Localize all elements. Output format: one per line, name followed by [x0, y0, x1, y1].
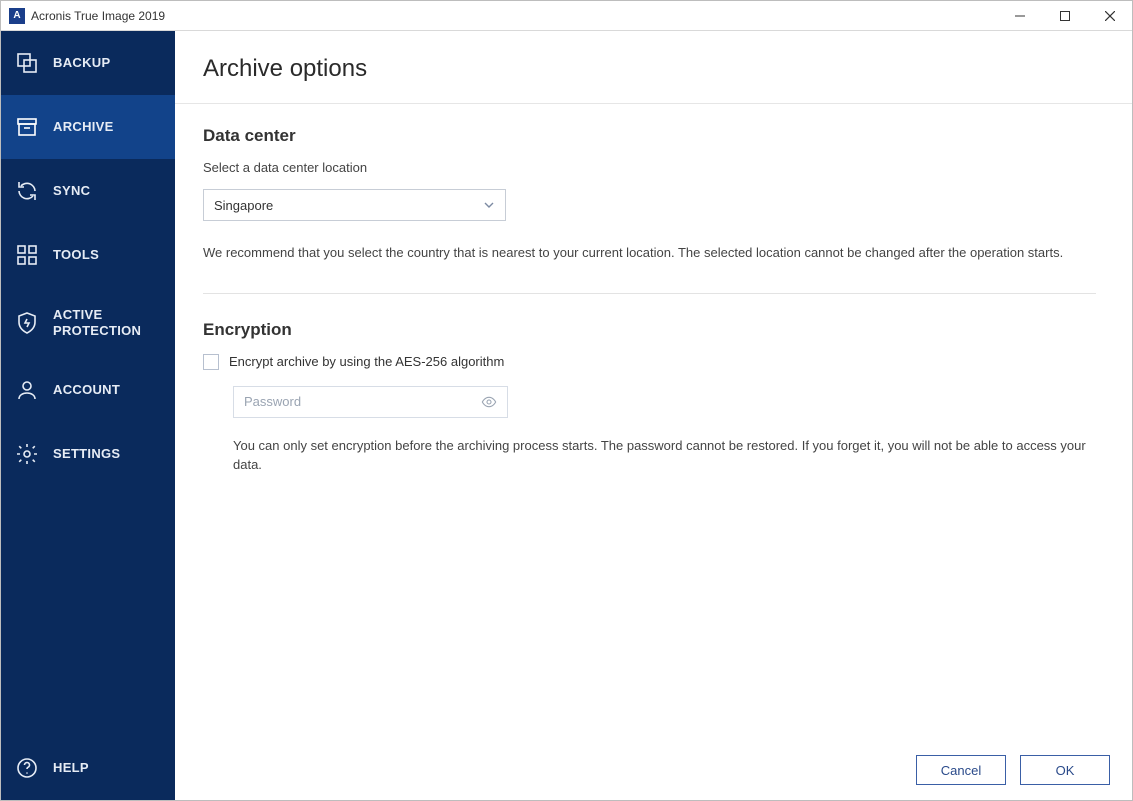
password-field-wrapper: [233, 386, 508, 418]
sidebar-item-help[interactable]: HELP: [1, 736, 175, 800]
section-divider: [203, 293, 1096, 294]
data-center-select[interactable]: Singapore: [203, 189, 506, 221]
sidebar-item-backup[interactable]: BACKUP: [1, 31, 175, 95]
sidebar-item-label: HELP: [53, 760, 89, 776]
password-input[interactable]: [244, 394, 475, 409]
sync-icon: [15, 179, 39, 203]
sidebar-item-settings[interactable]: SETTINGS: [1, 422, 175, 486]
help-icon: [15, 756, 39, 780]
data-center-info: We recommend that you select the country…: [203, 243, 1096, 263]
eye-icon[interactable]: [481, 394, 497, 410]
encrypt-checkbox[interactable]: [203, 354, 219, 370]
sidebar-item-label: ACTIVE PROTECTION: [53, 307, 161, 338]
settings-icon: [15, 442, 39, 466]
sidebar-item-active-protection[interactable]: ACTIVE PROTECTION: [1, 287, 175, 358]
page-title: Archive options: [203, 55, 1104, 83]
dialog-footer: Cancel OK: [175, 740, 1132, 800]
ok-button[interactable]: OK: [1020, 755, 1110, 785]
page-header: Archive options: [175, 31, 1132, 104]
sidebar-item-label: BACKUP: [53, 55, 110, 71]
app-icon: A: [9, 8, 25, 24]
sidebar-item-label: ARCHIVE: [53, 119, 114, 135]
encrypt-checkbox-row: Encrypt archive by using the AES-256 alg…: [203, 354, 1096, 370]
account-icon: [15, 378, 39, 402]
sidebar-item-label: TOOLS: [53, 247, 99, 263]
sidebar: BACKUP ARCHIVE SYNC: [1, 31, 175, 800]
cancel-button[interactable]: Cancel: [916, 755, 1006, 785]
sidebar-item-label: SYNC: [53, 183, 90, 199]
sidebar-item-label: SETTINGS: [53, 446, 120, 462]
archive-icon: [15, 115, 39, 139]
window-titlebar: A Acronis True Image 2019: [1, 1, 1132, 31]
shield-icon: [15, 311, 39, 335]
page-content: Data center Select a data center locatio…: [175, 104, 1132, 740]
data-center-section-title: Data center: [203, 126, 1096, 146]
encryption-description: You can only set encryption before the a…: [233, 436, 1096, 475]
sidebar-item-sync[interactable]: SYNC: [1, 159, 175, 223]
main-panel: Archive options Data center Select a dat…: [175, 31, 1132, 800]
sidebar-item-label: ACCOUNT: [53, 382, 120, 398]
minimize-button[interactable]: [997, 1, 1042, 30]
backup-icon: [15, 51, 39, 75]
sidebar-item-tools[interactable]: TOOLS: [1, 223, 175, 287]
sidebar-item-archive[interactable]: ARCHIVE: [1, 95, 175, 159]
maximize-button[interactable]: [1042, 1, 1087, 30]
data-center-selected-value: Singapore: [214, 198, 273, 213]
window-title: Acronis True Image 2019: [31, 9, 165, 23]
chevron-down-icon: [483, 199, 495, 211]
close-button[interactable]: [1087, 1, 1132, 30]
sidebar-item-account[interactable]: ACCOUNT: [1, 358, 175, 422]
window-controls: [997, 1, 1132, 30]
tools-icon: [15, 243, 39, 267]
encrypt-checkbox-label: Encrypt archive by using the AES-256 alg…: [229, 354, 504, 369]
data-center-prompt: Select a data center location: [203, 160, 1096, 175]
encryption-section-title: Encryption: [203, 320, 1096, 340]
